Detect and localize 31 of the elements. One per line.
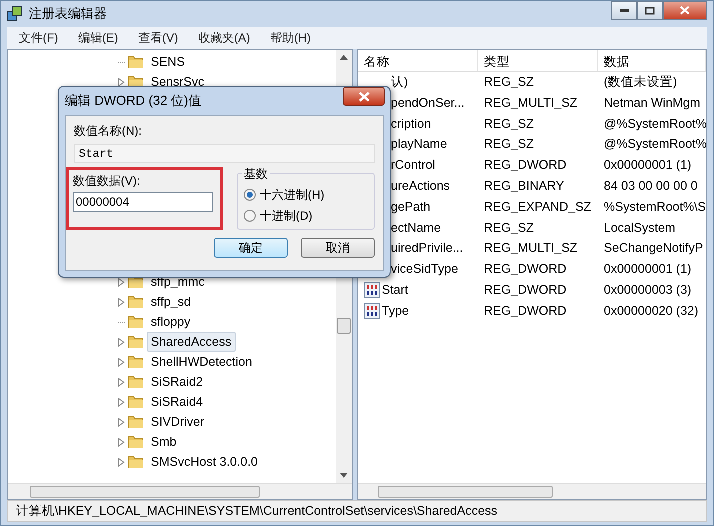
value-type: REG_MULTI_SZ [483,240,579,258]
value-type: REG_SZ [483,136,536,154]
value-type: REG_SZ [483,74,536,92]
value-data: 0x00000001 (1) [603,157,693,174]
value-type: REG_DWORD [483,261,568,278]
value-data: 0x00000001 (1) [603,261,693,278]
value-type: REG_DWORD [483,302,568,320]
value-data: Netman WinMgm [603,94,702,112]
group-label: 基数 [242,165,270,183]
window-title: 注册表编辑器 [29,5,107,24]
status-path: 计算机\HKEY_LOCAL_MACHINE\SYSTEM\CurrentControlSet\services\SharedAccess [16,502,498,520]
dialog-title: 编辑 DWORD (32 位)值 [65,92,202,110]
value-type: REG_SZ [483,116,536,133]
value-type: REG_DWORD [483,157,568,174]
value-data: (数值未设置) [603,74,678,92]
value-type: REG_MULTI_SZ [483,94,579,112]
value-type: REG_SZ [483,220,536,237]
value-type: REG_EXPAND_SZ [483,198,592,216]
value-data: 0x00000020 (32) [603,302,700,320]
value-data: %SystemRoot%\S [603,198,706,216]
value-data: 0x00000003 (3) [603,282,693,299]
value-data: LocalSystem [603,220,677,237]
field-label: 数值数据(V): [73,173,142,190]
value-data: 84 03 00 00 00 0 [603,178,699,195]
radio-label: 十六进制(H) [260,187,325,204]
value-type: REG_DWORD [483,282,568,299]
value-type: REG_BINARY [483,178,566,195]
radio-label: 十进制(D) [260,208,313,225]
field-label: 数值名称(N): [74,123,143,140]
value-data: SeChangeNotifyP [603,240,704,258]
value-name-field: Start [74,144,375,163]
